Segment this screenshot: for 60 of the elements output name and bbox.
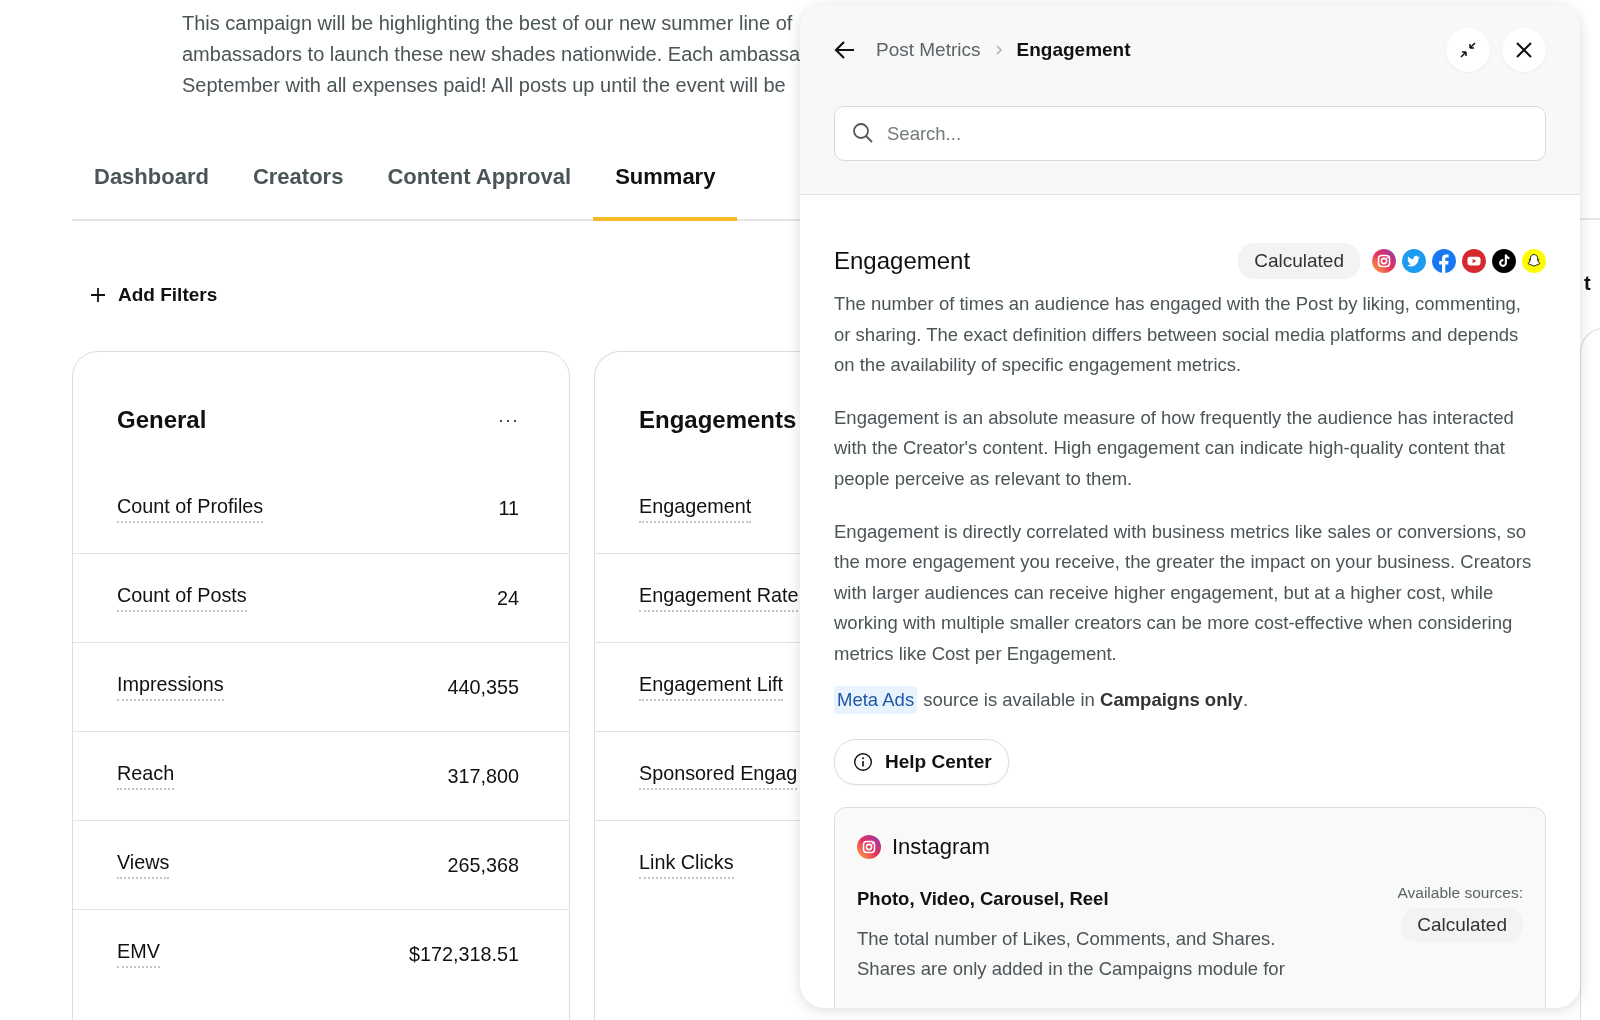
snapchat-icon (1522, 249, 1546, 273)
source-tag: Calculated (1401, 907, 1523, 942)
instagram-icon (857, 834, 881, 859)
metric-label[interactable]: Link Clicks (639, 851, 734, 879)
platform-description: The total number of Likes, Comments, and Shares. Shares are only added in the Campaigns module for (857, 926, 1286, 982)
youtube-icon (1462, 249, 1486, 273)
card-title: Engagements (639, 406, 797, 434)
metric-label[interactable]: Views (117, 851, 170, 879)
instagram-icon (1372, 249, 1396, 273)
help-center-button[interactable]: Help Center (834, 738, 1009, 785)
content-types: Photo, Video, Carousel, Reel (857, 887, 1110, 910)
plus-icon (90, 287, 106, 303)
sources-label: Available sources: (1397, 883, 1523, 902)
close-button[interactable] (1502, 28, 1546, 72)
breadcrumb-item: Engagement (1016, 39, 1131, 61)
collapse-icon (1459, 41, 1477, 59)
campaign-description-line: This campaign will be highlighting the best of our new summer line of (182, 11, 793, 36)
metric-value: 11 (498, 497, 519, 520)
description-paragraph: Engagement is an absolute measure of how frequently the audience has interacted with the Creator's content. High engagement can indicate high-quality content that people perceive as relevant to them. (834, 405, 1515, 491)
info-icon (853, 751, 873, 772)
metric-label[interactable]: Sponsored Engag (639, 762, 798, 790)
back-arrow-icon[interactable] (834, 40, 856, 60)
collapse-button[interactable] (1446, 28, 1490, 72)
metric-label[interactable]: Reach (117, 762, 175, 790)
metric-value: 317,800 (447, 764, 519, 788)
tab[interactable]: Content Approval (365, 137, 594, 221)
more-button[interactable]: ··· (498, 409, 519, 431)
campaign-description-line: ambassadors to launch these new shades nationwide. Each ambassa (182, 42, 800, 67)
tab[interactable]: Dashboard (72, 137, 231, 221)
source-tag: Calculated (1238, 243, 1360, 279)
platform-name: Instagram (892, 833, 990, 860)
metric-label[interactable]: Engagement (639, 494, 752, 523)
campaign-description-line: September with all expenses paid! All posts up until the event will be (182, 73, 786, 98)
tiktok-icon (1492, 249, 1516, 273)
source-tag: Meta Ads (834, 685, 918, 714)
search-field[interactable]: Search... (834, 106, 1546, 161)
twitter-icon (1402, 249, 1426, 273)
metric-value: $172,318.51 (409, 942, 519, 966)
metric-label[interactable]: Impressions (117, 673, 224, 701)
breadcrumb-item[interactable]: Post Metrics (876, 39, 981, 61)
chevron-icon (994, 44, 1003, 56)
metric-value: 24 (497, 586, 519, 610)
description-paragraph: The number of times an audience has engaged with the Post by liking, commenting, or sharing. The exact definition differs between social media platforms and depends on the availability of specific engagement metrics. (834, 292, 1522, 378)
metric-value: 265,368 (447, 853, 519, 877)
metric-label[interactable]: Count of Posts (117, 584, 247, 612)
metric-value: 440,355 (447, 675, 519, 699)
card-title: General (117, 406, 207, 434)
metric-label[interactable]: EMV (117, 940, 160, 968)
heading-fragment: t (1584, 272, 1592, 296)
metric-label[interactable]: Count of Profiles (117, 494, 264, 523)
metric-title: Engagement (834, 247, 972, 275)
tab[interactable]: Summary (593, 137, 738, 221)
tab[interactable]: Creators (230, 137, 366, 221)
close-icon (1515, 41, 1533, 59)
add-filters-button[interactable]: Add Filters (90, 275, 800, 315)
facebook-icon (1432, 249, 1456, 273)
metric-label[interactable]: Engagement Lift (639, 673, 784, 701)
metric-label[interactable]: Engagement Rate (639, 584, 799, 612)
description-paragraph: Engagement is directly correlated with business metrics like sales or conversions, so the more engagement you receive, the greater the impact on your business. Creators with larger audiences can receive higher engagement, but at a higher cost, while working with multiple smaller creators can be more cost-effective when considering metrics like Cost per Engagement. (834, 519, 1533, 666)
source-note: source is available in Campaigns only. (923, 688, 1249, 711)
